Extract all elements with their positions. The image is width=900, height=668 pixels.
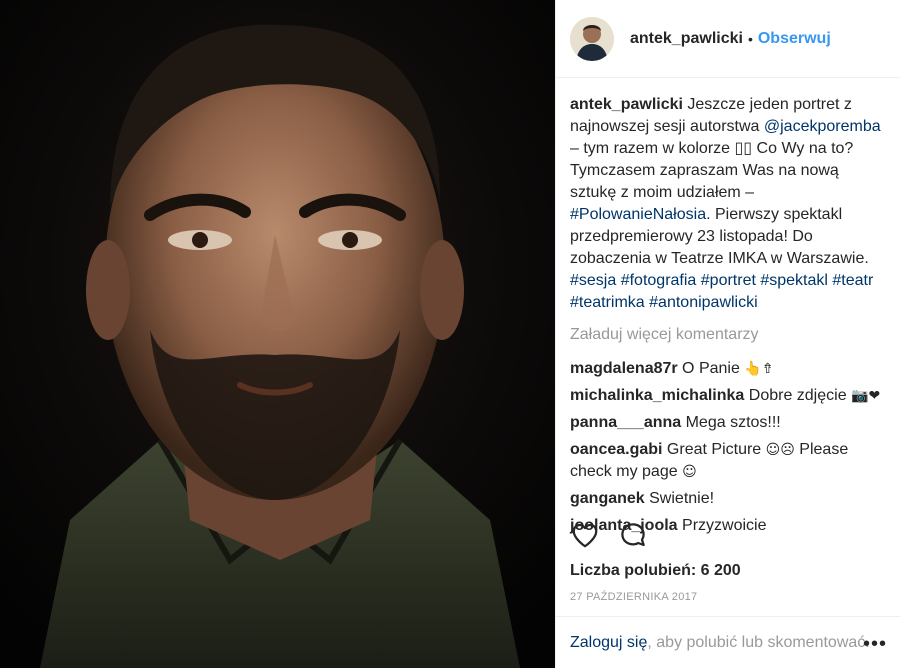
comment-text: O Panie <box>677 360 745 377</box>
login-link[interactable]: Zaloguj się <box>570 634 647 651</box>
comment-item: oancea.gabi Great Picture ☺☹ Please chec… <box>570 439 886 483</box>
load-more-comments-button[interactable]: Załaduj więcej komentarzy <box>570 324 886 346</box>
post-side-panel: antek_pawlicki • Obserwuj antek_pawlicki… <box>555 0 900 668</box>
post-date: 27 PAŹDZIERNIKA 2017 <box>570 591 698 603</box>
hashtag-link[interactable]: #teatrimka <box>570 294 645 311</box>
comment-item: ganganek Swietnie! <box>570 488 886 510</box>
comment-item: magdalena87r O Panie 👆⇮ <box>570 358 886 380</box>
comment-text: Swietnie! <box>644 490 715 507</box>
post-header: antek_pawlicki • Obserwuj <box>556 0 900 78</box>
heart-icon[interactable] <box>570 520 600 550</box>
comment-emoji-after: ☺ <box>682 464 697 480</box>
instagram-post: antek_pawlicki • Obserwuj antek_pawlicki… <box>0 0 900 668</box>
portrait-image <box>0 0 555 668</box>
avatar-image <box>570 16 614 61</box>
comment-username[interactable]: michalinka_michalinka <box>570 387 744 404</box>
hashtag-link[interactable]: #teatr <box>832 272 873 289</box>
comment-emoji: ☺☹ <box>765 442 795 458</box>
avatar[interactable] <box>570 16 614 61</box>
post-actions <box>570 520 648 550</box>
caption-hashtag-main[interactable]: #PolowanieNałosia <box>570 206 706 223</box>
hashtag-link[interactable]: #sesja <box>570 272 616 289</box>
hashtag-link[interactable]: #antonipawlicki <box>649 294 758 311</box>
comment-text: Great Picture <box>662 441 766 458</box>
likes-count[interactable]: Liczba polubień: 6 200 <box>570 562 741 580</box>
comments-section: antek_pawlicki Jeszcze jeden portret z n… <box>556 78 900 537</box>
comment-item: michalinka_michalinka Dobre zdjęcie 📷❤ <box>570 385 886 407</box>
hashtag-link[interactable]: #portret <box>701 272 756 289</box>
caption-username[interactable]: antek_pawlicki <box>570 96 683 113</box>
follow-button[interactable]: Obserwuj <box>758 30 831 48</box>
post-footer: Zaloguj się, aby polubić lub skomentować… <box>556 616 900 668</box>
login-prompt-text: , aby polubić lub skomentować. <box>647 634 870 651</box>
comment-item: panna___anna Mega sztos!!! <box>570 412 886 434</box>
comment-text: Przyzwoicie <box>677 517 767 534</box>
caption-mention[interactable]: @jacekporemba <box>764 118 881 135</box>
comment-username[interactable]: oancea.gabi <box>570 441 662 458</box>
header-separator: • <box>747 30 753 47</box>
comment-text: Dobre zdjęcie <box>744 387 852 404</box>
comment-emoji: 👆⇮ <box>744 361 774 377</box>
hashtag-link[interactable]: #fotografia <box>621 272 697 289</box>
comment-username[interactable]: ganganek <box>570 490 645 507</box>
caption-text-2: – tym razem w kolorze ▯▯ Co Wy na to? Ty… <box>570 140 854 201</box>
comment-text: Mega sztos!!! <box>681 414 781 431</box>
header-username[interactable]: antek_pawlicki <box>630 30 743 48</box>
post-caption: antek_pawlicki Jeszcze jeden portret z n… <box>570 94 886 314</box>
post-photo[interactable] <box>0 0 555 668</box>
more-options-icon[interactable]: ••• <box>863 633 887 656</box>
comment-bubble-icon[interactable] <box>618 520 648 550</box>
comment-username[interactable]: magdalena87r <box>570 360 678 377</box>
comment-emoji: 📷❤ <box>851 388 881 404</box>
hashtag-link[interactable]: #spektakl <box>760 272 828 289</box>
comment-username[interactable]: panna___anna <box>570 414 681 431</box>
